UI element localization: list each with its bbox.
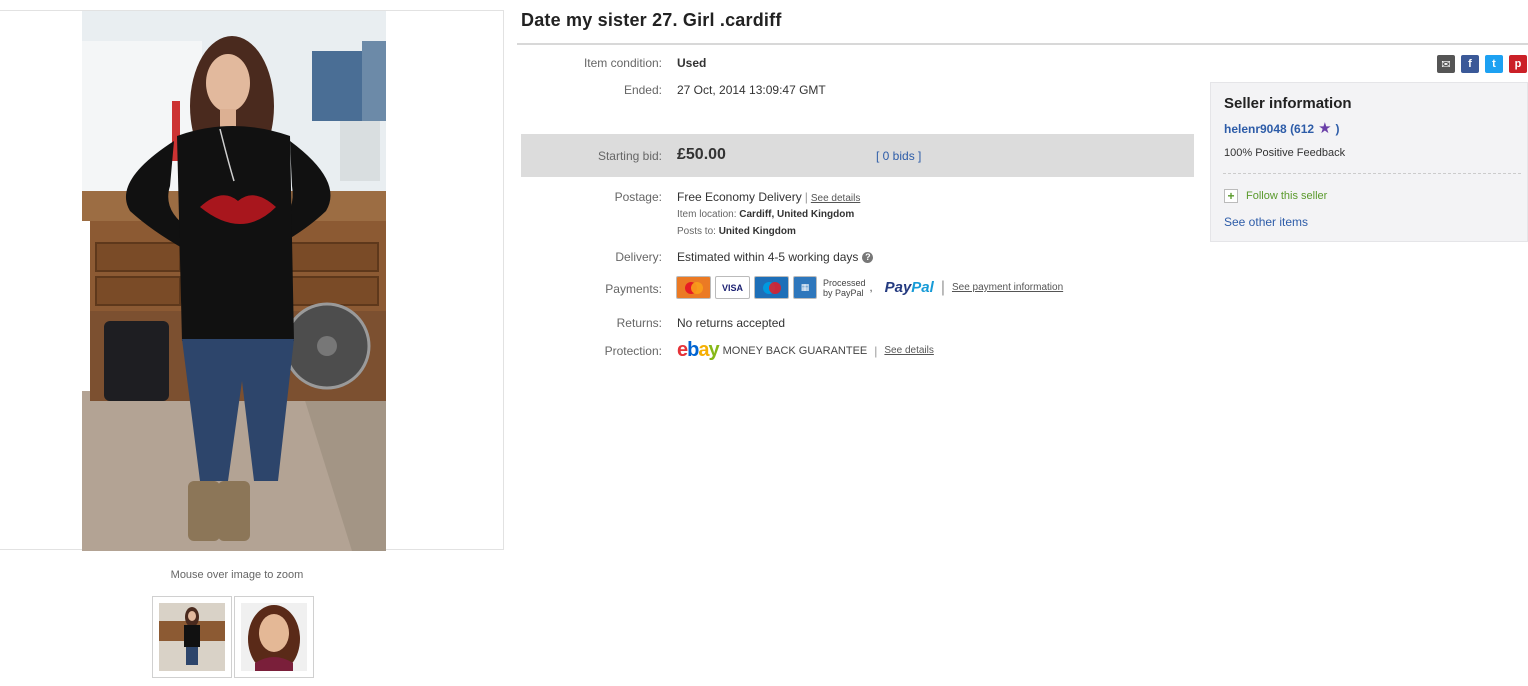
condition-label: Item condition:	[583, 56, 662, 70]
seller-username-link[interactable]: helenr9048	[1224, 122, 1287, 136]
bid-bar: Starting bid: £50.00 [ 0 bids ]	[521, 134, 1194, 177]
follow-seller-label: Follow this seller	[1246, 190, 1328, 202]
condition-value: Used	[677, 56, 707, 70]
posts-to-row: Posts to: United Kingdom	[677, 226, 796, 237]
payment-info-link[interactable]: See payment information	[952, 282, 1063, 293]
paypal-logo: PayPal	[884, 279, 934, 296]
thumbnail-full-body[interactable]	[152, 596, 232, 678]
seller-score-close: )	[1335, 122, 1340, 136]
follow-seller-button[interactable]: + Follow this seller	[1224, 189, 1327, 203]
seller-info-box: Seller information helenr9048 (612 ★) 100…	[1210, 82, 1528, 242]
posts-to-label: Posts to:	[677, 226, 716, 237]
thumbnail-strip	[152, 596, 314, 678]
protection-label: Protection:	[604, 344, 662, 358]
photo-illustration	[82, 11, 386, 551]
protection-see-details-link[interactable]: See details	[884, 345, 933, 356]
twitter-icon[interactable]: t	[1485, 55, 1503, 73]
zoom-hint: Mouse over image to zoom	[170, 569, 304, 581]
postage-value-row: Free Economy Delivery | See details	[677, 190, 861, 204]
visa-icon: VISA	[715, 276, 750, 299]
thumb-photo-1	[159, 603, 225, 671]
star-icon: ★	[1318, 120, 1332, 137]
ended-value: 27 Oct, 2014 13:09:47 GMT	[677, 83, 826, 97]
mastercard-icon	[676, 276, 711, 299]
starting-bid-price: £50.00	[677, 146, 726, 163]
thumb-photo-2	[241, 603, 307, 671]
delivery-row: Estimated within 4-5 working days?	[677, 250, 874, 264]
posts-to-value: United Kingdom	[718, 226, 796, 237]
payment-methods: VISA ▦ Processed by PayPal , PayPal | Se…	[676, 276, 1063, 299]
ebay-logo: ebay	[677, 339, 720, 361]
postage-see-details-link[interactable]: See details	[811, 193, 860, 204]
title-divider	[517, 43, 1528, 45]
maestro-icon	[754, 276, 789, 299]
processed-line-2: by PayPal	[823, 287, 864, 298]
image-panel	[0, 10, 504, 551]
payments-label: Payments:	[605, 282, 662, 296]
item-location-value: Cardiff, United Kingdom	[739, 209, 855, 220]
seller-heading: Seller information	[1224, 95, 1352, 112]
delivery-value: Estimated within 4-5 working days	[677, 250, 859, 264]
ended-label: Ended:	[623, 83, 662, 97]
money-back-guarantee: MONEY BACK GUARANTEE	[722, 344, 868, 357]
seller-score[interactable]: (612	[1290, 122, 1314, 136]
thumbnail-portrait[interactable]	[234, 596, 314, 678]
returns-label: Returns:	[616, 316, 662, 330]
pinterest-icon[interactable]: p	[1509, 55, 1527, 73]
postage-value: Free Economy Delivery	[677, 190, 802, 204]
plus-icon: +	[1224, 189, 1238, 203]
seller-line: helenr9048 (612 ★)	[1224, 119, 1340, 137]
listing-title: Date my sister 27. Girl .cardiff	[521, 10, 782, 30]
item-location-row: Item location: Cardiff, United Kingdom	[677, 209, 854, 220]
postage-label: Postage:	[614, 190, 662, 204]
seller-feedback: 100% Positive Feedback	[1224, 147, 1346, 159]
seller-divider	[1223, 173, 1521, 174]
processed-line-1: Processed	[823, 277, 866, 288]
amex-icon: ▦	[793, 276, 817, 299]
starting-bid-label: Starting bid:	[597, 149, 662, 163]
main-listing-photo[interactable]	[82, 11, 386, 551]
delivery-label: Delivery:	[615, 250, 662, 264]
see-other-items-link[interactable]: See other items	[1224, 215, 1308, 229]
info-icon[interactable]: ?	[862, 252, 874, 264]
facebook-icon[interactable]: f	[1461, 55, 1479, 73]
processed-by-paypal: Processed by PayPal	[823, 278, 866, 298]
email-icon[interactable]: ✉	[1437, 55, 1455, 73]
item-location-label: Item location:	[677, 209, 737, 220]
returns-value: No returns accepted	[677, 316, 786, 330]
protection-row: ebay MONEY BACK GUARANTEE | See details	[677, 339, 934, 361]
share-bar: ✉ f t p	[1437, 55, 1527, 73]
bid-count-link[interactable]: [ 0 bids ]	[876, 149, 921, 163]
